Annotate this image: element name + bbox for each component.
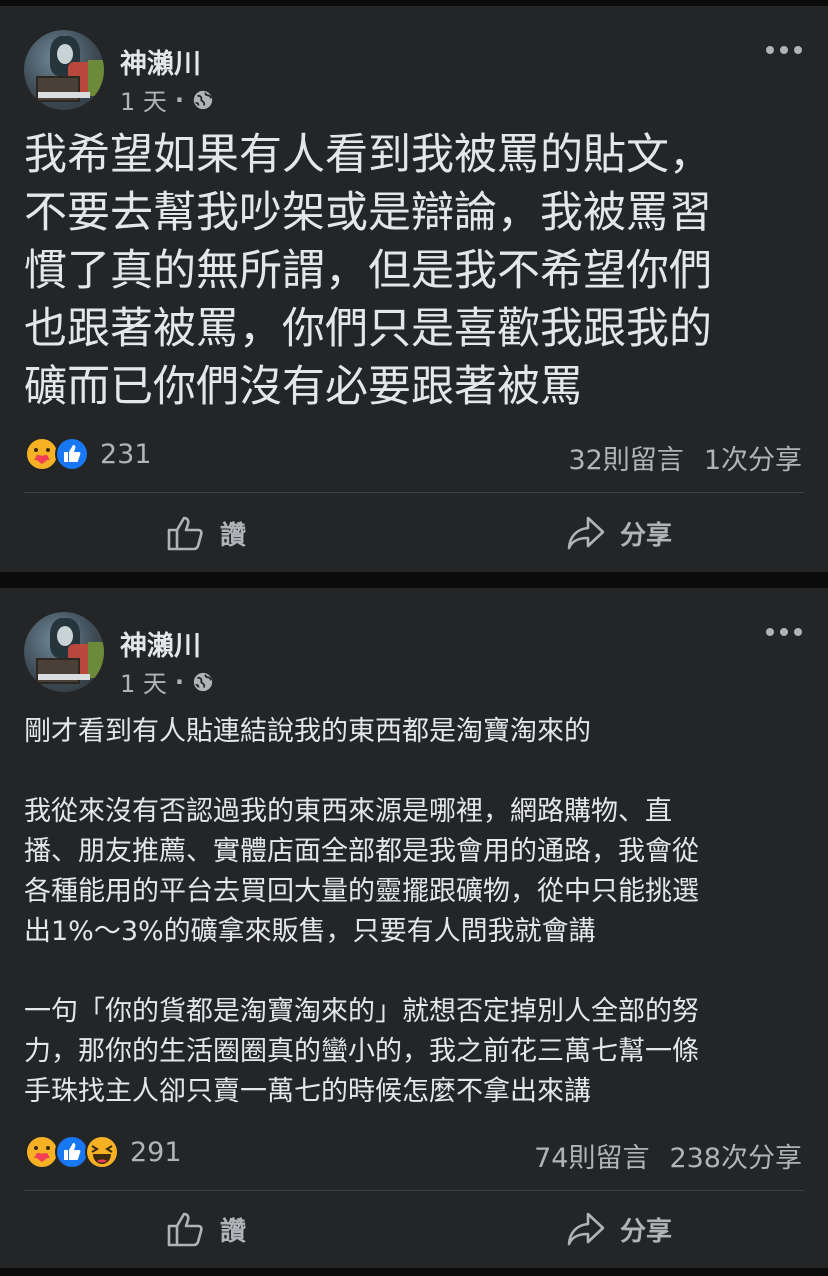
share-arrow-icon <box>567 1212 605 1246</box>
post-text: 我希望如果有人看到我被罵的貼文， 不要去幫我吵架或是辯論，我被罵習 慣了真的無所… <box>24 126 814 416</box>
post-text-line: 我從來沒有否認過我的東西來源是哪裡，網路購物、直 <box>24 796 672 827</box>
post-time[interactable]: 1 天 <box>120 82 167 117</box>
share-label: 分享 <box>620 1216 673 1247</box>
author-name[interactable]: 神瀨川 <box>120 624 201 663</box>
post-text-line: 不要去幫我吵架或是辯論，我被罵習 <box>24 188 712 238</box>
reaction-count: 291 <box>130 1136 182 1168</box>
post-time[interactable]: 1 天 <box>120 664 167 699</box>
divider <box>24 492 804 493</box>
like-button[interactable]: 讚 <box>166 514 246 552</box>
globe-icon <box>193 672 213 691</box>
post-text-line: 我希望如果有人看到我被罵的貼文， <box>24 130 712 180</box>
post-card: 神瀨川 1 天 · 剛才看到有人貼連結說我的東西都是淘寶淘來的 我從來沒有否認過… <box>0 588 828 1268</box>
avatar[interactable] <box>24 30 104 110</box>
comment-count[interactable]: 32則留言 <box>568 445 683 476</box>
post-text-line: 剛才看到有人貼連結說我的東西都是淘寶淘來的 <box>24 716 591 747</box>
post-stats: 74則留言 238次分享 <box>534 1136 802 1175</box>
more-options-icon[interactable] <box>764 40 804 60</box>
share-count[interactable]: 238次分享 <box>669 1143 802 1174</box>
post-text-line: 出1%～3%的礦拿來販售，只要有人問我就會講 <box>24 916 596 947</box>
post-paragraph: 一句「你的貨都是淘寶淘來的」就想否定掉別人全部的努 力，那你的生活圈圈真的蠻小的… <box>24 992 814 1112</box>
post-text-line: 播、朋友推薦、實體店面全部都是我會用的通路，我會從 <box>24 836 699 867</box>
globe-icon <box>193 90 213 109</box>
post-card: 神瀨川 1 天 · 我希望如果有人看到我被罵的貼文， 不要去幫我吵架或是辯論，我… <box>0 6 828 572</box>
more-options-icon[interactable] <box>764 622 804 642</box>
reaction-summary[interactable]: 231 <box>24 436 152 472</box>
post-paragraph: 剛才看到有人貼連結說我的東西都是淘寶淘來的 <box>24 712 814 752</box>
share-button[interactable]: 分享 <box>566 514 672 552</box>
thumbs-up-icon <box>167 1212 203 1247</box>
post-text-line: 一句「你的貨都是淘寶淘來的」就想否定掉別人全部的努 <box>24 996 699 1027</box>
post-text-line: 各種能用的平台去買回大量的靈擺跟礦物，從中只能挑選 <box>24 876 699 907</box>
like-button[interactable]: 讚 <box>166 1210 246 1248</box>
share-arrow-icon <box>567 516 605 550</box>
divider <box>24 1190 804 1191</box>
share-count[interactable]: 1次分享 <box>704 445 802 476</box>
comment-count[interactable]: 74則留言 <box>534 1143 649 1174</box>
post-text-line: 礦而已你們沒有必要跟著被罵 <box>24 362 583 412</box>
reaction-count: 231 <box>100 438 152 470</box>
reaction-summary[interactable]: 291 <box>24 1134 182 1170</box>
post-text-line: 慣了真的無所謂，但是我不希望你們 <box>24 246 712 296</box>
haha-icon <box>85 1135 119 1169</box>
meta-separator: · <box>174 85 185 114</box>
post-text-line: 手珠找主人卻只賣一萬七的時候怎麼不拿出來講 <box>24 1076 591 1107</box>
post-text: 剛才看到有人貼連結說我的東西都是淘寶淘來的 我從來沒有否認過我的東西來源是哪裡，… <box>24 712 814 1112</box>
post-text-line: 也跟著被罵，你們只是喜歡我跟我的 <box>24 304 712 354</box>
like-label: 讚 <box>220 1216 247 1247</box>
like-label: 讚 <box>220 520 247 551</box>
post-meta: 1 天 · <box>120 82 214 117</box>
share-button[interactable]: 分享 <box>566 1210 672 1248</box>
meta-separator: · <box>174 667 185 696</box>
avatar[interactable] <box>24 612 104 692</box>
post-stats: 32則留言 1次分享 <box>568 438 802 477</box>
post-meta: 1 天 · <box>120 664 214 699</box>
author-name[interactable]: 神瀨川 <box>120 42 201 81</box>
share-label: 分享 <box>620 520 673 551</box>
like-icon <box>55 437 89 471</box>
thumbs-up-icon <box>167 516 203 551</box>
post-text-line: 力，那你的生活圈圈真的蠻小的，我之前花三萬七幫一條 <box>24 1036 699 1067</box>
post-paragraph: 我從來沒有否認過我的東西來源是哪裡，網路購物、直 播、朋友推薦、實體店面全部都是… <box>24 792 814 952</box>
